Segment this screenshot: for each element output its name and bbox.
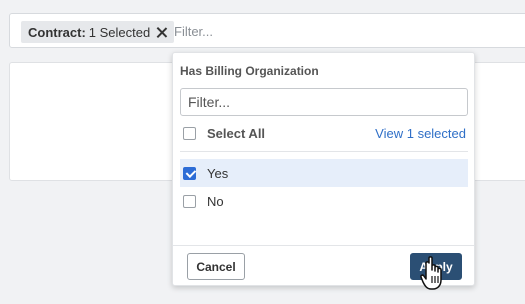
option-no-checkbox[interactable] (183, 194, 196, 208)
filter-popover: Has Billing Organization Select All View… (172, 52, 475, 286)
filter-chip-value: 1 Selected (88, 24, 151, 40)
divider (180, 151, 468, 152)
select-all-checkbox[interactable] (183, 126, 196, 140)
option-row-yes[interactable]: Yes (180, 159, 468, 187)
option-yes-label: Yes (207, 165, 229, 181)
filter-chip-contract[interactable]: Contract: 1 Selected (21, 21, 175, 43)
popover-filter-input[interactable] (180, 88, 468, 116)
close-icon[interactable] (156, 27, 167, 38)
filter-chip-key: Contract: (28, 24, 86, 40)
option-row-no[interactable]: No (180, 187, 468, 215)
filter-bar: Contract: 1 Selected (9, 13, 525, 48)
select-all-label: Select All (207, 125, 266, 141)
filter-bar-input[interactable] (174, 21, 474, 42)
hand-pointer-icon (420, 256, 442, 290)
cancel-button[interactable]: Cancel (187, 253, 245, 280)
option-yes-checkbox[interactable] (183, 166, 196, 180)
option-no-label: No (207, 193, 224, 209)
view-selected-link[interactable]: View 1 selected (375, 126, 466, 141)
footer-divider (173, 245, 474, 246)
popover-title: Has Billing Organization (180, 64, 319, 78)
